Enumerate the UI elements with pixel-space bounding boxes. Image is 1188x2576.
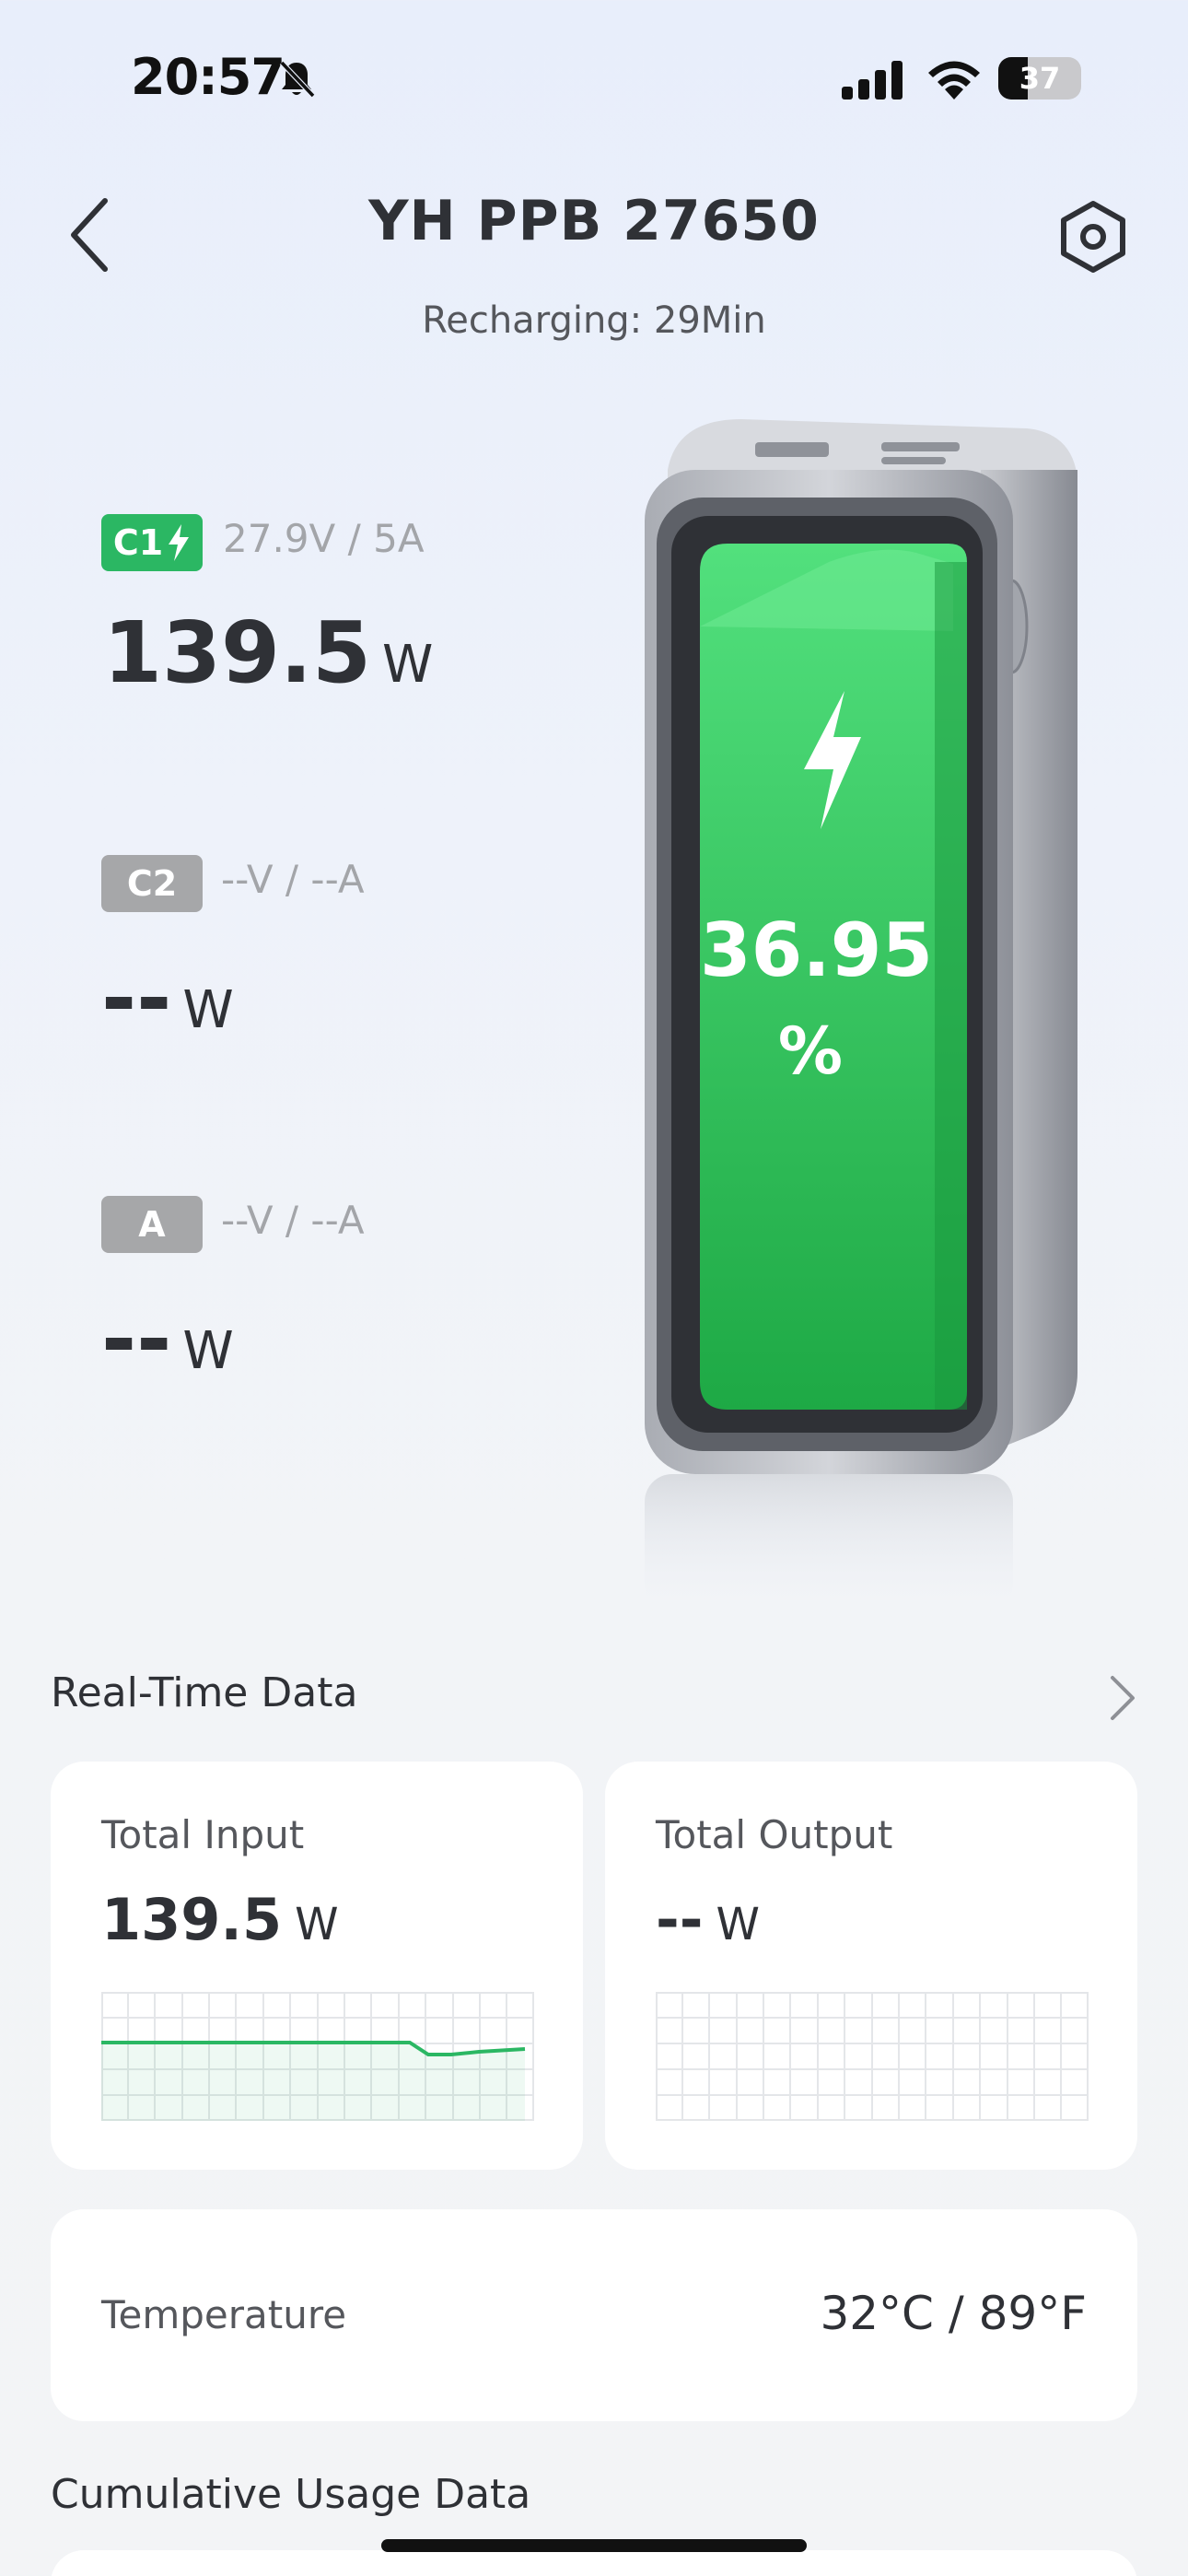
port-a-voltage-current: --V / --A — [221, 1198, 365, 1243]
device-title: YH PPB 27650 — [368, 189, 820, 253]
settings-button[interactable] — [1054, 198, 1132, 275]
port-a-label: A — [138, 1204, 166, 1245]
port-c2-voltage-current: --V / --A — [221, 857, 365, 902]
total-output-label: Total Output — [656, 1812, 893, 1857]
temperature-value: 32°C / 89°F — [820, 2287, 1087, 2340]
port-a-badge: A — [101, 1196, 203, 1253]
recharging-time: Recharging: 29Min — [422, 299, 766, 342]
total-input-sparkline — [101, 1992, 534, 2121]
port-c1-power: 139.5 W — [103, 603, 434, 702]
port-c1-badge: C1 — [101, 514, 203, 571]
port-c1-voltage-current: 27.9V / 5A — [223, 516, 425, 561]
port-c1-label: C1 — [112, 522, 164, 563]
port-a-power: -- W — [101, 1290, 234, 1388]
battery-status-level: 37 — [1019, 61, 1061, 96]
total-input-label: Total Input — [101, 1812, 305, 1857]
battery-percent-unit: % — [777, 1013, 844, 1089]
home-indicator — [381, 2539, 807, 2552]
total-input-value: 139.5 W — [101, 1886, 339, 1953]
cellular-signal-icon — [842, 61, 903, 100]
wifi-icon — [928, 61, 980, 100]
bell-muted-icon — [279, 60, 316, 99]
battery-percent-value: 36.95 — [700, 907, 934, 993]
battery-status-icon: 37 — [998, 57, 1081, 100]
cumulative-card[interactable] — [51, 2550, 1137, 2576]
port-c2-badge: C2 — [101, 855, 203, 912]
lightning-icon — [169, 524, 190, 561]
port-c2-power: -- W — [101, 949, 234, 1048]
port-c2-label: C2 — [126, 863, 178, 904]
total-output-sparkline — [656, 1992, 1089, 2121]
total-output-value: -- W — [656, 1886, 760, 1953]
cumulative-section-title: Cumulative Usage Data — [51, 2471, 531, 2518]
total-output-card[interactable]: Total Output -- W — [605, 1762, 1137, 2170]
realtime-section-title: Real-Time Data — [51, 1669, 358, 1716]
chevron-right-icon[interactable] — [1105, 1672, 1138, 1724]
temperature-label: Temperature — [101, 2292, 347, 2337]
total-input-card[interactable]: Total Input 139.5 W — [51, 1762, 583, 2170]
status-time: 20:57 — [131, 48, 285, 106]
temperature-card: Temperature 32°C / 89°F — [51, 2209, 1137, 2421]
